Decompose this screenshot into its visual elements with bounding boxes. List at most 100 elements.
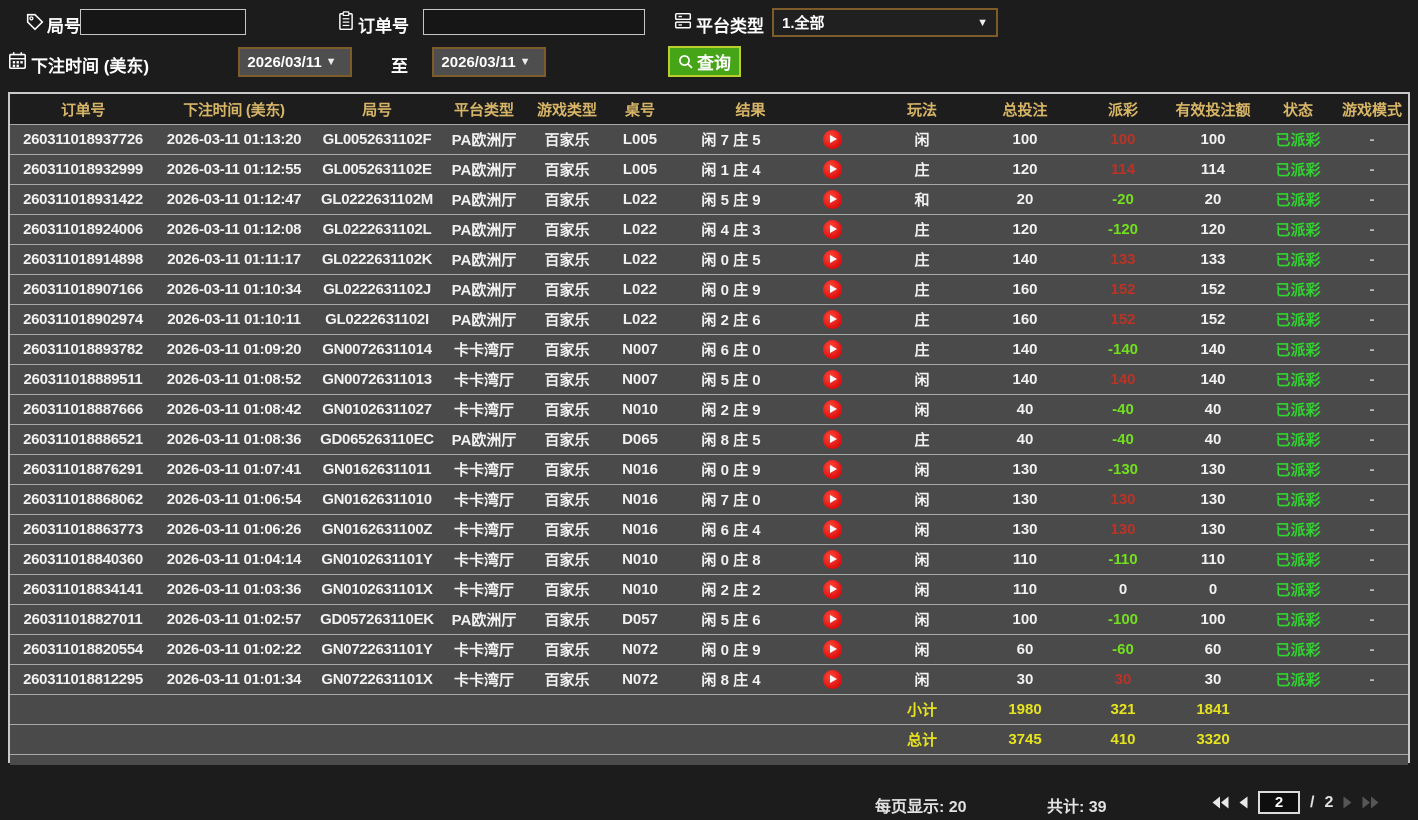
header-play: 玩法 — [906, 101, 937, 119]
replay-cell — [790, 220, 874, 239]
bet-time: 2026-03-11 01:09:20 — [166, 341, 302, 358]
header-platform: 平台类型 — [453, 101, 514, 119]
replay-play-icon[interactable] — [822, 490, 842, 509]
date-to-select[interactable]: 2026/03/11 ▼ — [432, 47, 546, 77]
game-type: 百家乐 — [544, 252, 590, 269]
game-result: 闲 5 庄 0 — [701, 372, 761, 389]
game-mode: - — [1369, 281, 1375, 298]
replay-play-icon[interactable] — [822, 400, 842, 419]
table-number: D065 — [622, 431, 658, 448]
replay-cell — [790, 160, 874, 179]
order-number: 260311018924006 — [23, 221, 143, 238]
round-number: GD057263110EK — [320, 611, 434, 628]
status-label: 已派彩 — [1275, 672, 1321, 689]
table-filler-row — [10, 754, 1408, 765]
replay-play-icon[interactable] — [822, 580, 842, 599]
status-label: 已派彩 — [1275, 582, 1321, 599]
platform-type: 卡卡湾厅 — [453, 372, 514, 389]
round-number: GN0162631100Z — [321, 521, 433, 538]
play-type: 闲 — [914, 402, 930, 419]
status-label: 已派彩 — [1275, 522, 1321, 539]
round-number: GL0222631102J — [323, 281, 431, 298]
replay-play-icon[interactable] — [822, 160, 842, 179]
prev-page-button[interactable] — [1239, 796, 1248, 809]
replay-play-icon[interactable] — [822, 310, 842, 329]
first-page-button[interactable] — [1212, 796, 1229, 809]
pager-controls: / 2 — [1212, 791, 1379, 814]
table-row: 260311018863773 2026-03-11 01:06:26 GN01… — [10, 514, 1408, 544]
round-number: GN01626311010 — [322, 491, 432, 508]
game-result: 闲 0 庄 9 — [701, 462, 761, 479]
table-row: 260311018902974 2026-03-11 01:10:11 GL02… — [10, 304, 1408, 334]
round-input[interactable] — [80, 9, 246, 35]
header-bet-time: 下注时间 (美东) — [183, 101, 285, 119]
replay-play-icon[interactable] — [822, 550, 842, 569]
header-total-bet: 总投注 — [1002, 101, 1048, 119]
replay-play-icon[interactable] — [822, 670, 842, 689]
status-label: 已派彩 — [1275, 162, 1321, 179]
replay-play-icon[interactable] — [822, 340, 842, 359]
search-button[interactable]: 查询 — [668, 46, 741, 77]
total-row: 总计 3745 410 3320 — [10, 724, 1408, 754]
game-result: 闲 7 庄 5 — [701, 132, 761, 149]
search-icon — [678, 54, 694, 70]
replay-cell — [790, 640, 874, 659]
valid-bet: 120 — [1200, 221, 1226, 238]
last-page-button[interactable] — [1362, 796, 1379, 809]
replay-play-icon[interactable] — [822, 460, 842, 479]
round-number: GL0222631102M — [320, 191, 434, 208]
payout-amount: -120 — [1107, 221, 1139, 238]
game-type: 百家乐 — [544, 222, 590, 239]
table-number: L022 — [622, 251, 658, 268]
game-type: 百家乐 — [544, 462, 590, 479]
replay-play-icon[interactable] — [822, 370, 842, 389]
subtotal-row: 小计 1980 321 1841 — [10, 694, 1408, 724]
valid-bet: 100 — [1200, 131, 1226, 148]
game-mode: - — [1369, 131, 1375, 148]
header-result: 结果 — [735, 101, 766, 119]
replay-play-icon[interactable] — [822, 220, 842, 239]
replay-play-icon[interactable] — [822, 280, 842, 299]
order-number: 260311018931422 — [23, 191, 143, 208]
total-bet: 120 — [1012, 161, 1038, 178]
total-bet: 160 — [1012, 311, 1038, 328]
app-root: 局号 订单号 平台类型 1.全部 ▼ 下注时间 (美东) 2026/03/11 … — [0, 0, 1418, 820]
page-input[interactable] — [1258, 791, 1300, 814]
table-row: 260311018876291 2026-03-11 01:07:41 GN01… — [10, 454, 1408, 484]
order-number: 260311018887666 — [23, 401, 143, 418]
platform-type: 卡卡湾厅 — [453, 552, 514, 569]
replay-play-icon[interactable] — [822, 190, 842, 209]
date-from-value: 2026/03/11 — [247, 53, 322, 71]
order-input[interactable] — [423, 9, 645, 35]
game-mode: - — [1369, 191, 1375, 208]
play-type: 闲 — [914, 582, 930, 599]
payout-amount: 130 — [1110, 521, 1136, 538]
status-label: 已派彩 — [1275, 372, 1321, 389]
table-number: N016 — [622, 491, 658, 508]
status-label: 已派彩 — [1275, 432, 1321, 449]
bet-time: 2026-03-11 01:08:52 — [166, 371, 302, 388]
replay-cell — [790, 310, 874, 329]
date-from-select[interactable]: 2026/03/11 ▼ — [238, 47, 352, 77]
bet-time: 2026-03-11 01:13:20 — [166, 131, 302, 148]
total-row-value: 3320 — [1196, 731, 1230, 748]
platform-icon — [674, 12, 692, 30]
game-mode: - — [1369, 431, 1375, 448]
replay-play-icon[interactable] — [822, 610, 842, 629]
next-page-button[interactable] — [1343, 796, 1352, 809]
replay-play-icon[interactable] — [822, 520, 842, 539]
table-number: N072 — [622, 671, 658, 688]
replay-play-icon[interactable] — [822, 640, 842, 659]
order-number: 260311018868062 — [23, 491, 143, 508]
replay-play-icon[interactable] — [822, 250, 842, 269]
valid-bet: 40 — [1204, 401, 1222, 418]
order-number: 260311018893782 — [23, 341, 143, 358]
payout-amount: 30 — [1114, 671, 1132, 688]
replay-play-icon[interactable] — [822, 130, 842, 149]
replay-play-icon[interactable] — [822, 430, 842, 449]
header-valid-bet: 有效投注额 — [1175, 101, 1251, 119]
total-bet: 160 — [1012, 281, 1038, 298]
table-row: 260311018931422 2026-03-11 01:12:47 GL02… — [10, 184, 1408, 214]
game-result: 闲 0 庄 5 — [701, 252, 761, 269]
platform-select[interactable]: 1.全部 ▼ — [772, 8, 998, 37]
